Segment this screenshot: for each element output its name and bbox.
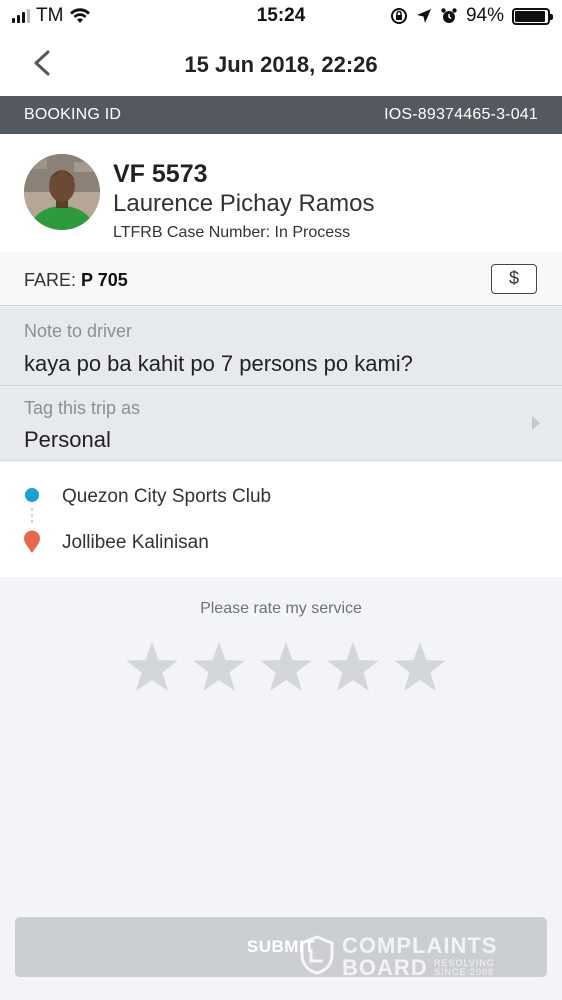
case-number: LTFRB Case Number: In Process bbox=[113, 224, 351, 241]
status-bar-right: 94% bbox=[390, 5, 553, 27]
dropoff-pin-icon bbox=[24, 530, 40, 553]
star-icon[interactable] bbox=[325, 640, 381, 696]
star-icon[interactable] bbox=[258, 640, 314, 696]
page-title: 15 Jun 2018, 22:26 bbox=[184, 52, 378, 77]
star-icon[interactable] bbox=[191, 640, 247, 696]
fare-text: FARE: P 705 bbox=[24, 270, 128, 291]
note-label: Note to driver bbox=[24, 321, 133, 341]
pickup-dot-icon bbox=[25, 488, 39, 502]
note-to-driver: Note to driver kaya po ba kahit po 7 per… bbox=[0, 307, 562, 386]
nav-bar: 15 Jun 2018, 22:26 bbox=[0, 32, 562, 96]
tag-label: Tag this trip as bbox=[24, 398, 141, 418]
booking-id-bar: BOOKING ID IOS-89374465-3-041 bbox=[0, 96, 562, 134]
fare-label: FARE: bbox=[24, 270, 77, 290]
submit-label: SUBMIT bbox=[246, 937, 316, 956]
booking-id-label: BOOKING ID bbox=[24, 106, 122, 123]
status-bar: TM 15:24 94% bbox=[0, 0, 562, 32]
star-icon[interactable] bbox=[124, 640, 180, 696]
orientation-lock-icon bbox=[390, 8, 407, 24]
dropoff-location: Jollibee Kalinisan bbox=[62, 532, 209, 553]
pickup-location: Quezon City Sports Club bbox=[62, 486, 272, 507]
rating-prompt: Please rate my service bbox=[200, 600, 362, 617]
fare-row: FARE: P 705 $ bbox=[0, 252, 562, 306]
route-line bbox=[31, 508, 33, 526]
tag-value: Personal bbox=[24, 427, 111, 452]
submit-button[interactable]: SUBMIT bbox=[15, 917, 547, 977]
location-icon bbox=[416, 9, 431, 23]
note-text: kaya po ba kahit po 7 persons po kami? bbox=[24, 351, 413, 376]
booking-id-value: IOS-89374465-3-041 bbox=[384, 106, 538, 123]
cash-payment-icon[interactable]: $ bbox=[491, 264, 537, 294]
battery-icon bbox=[512, 7, 553, 25]
driver-photo bbox=[24, 154, 100, 230]
route-card: Quezon City Sports Club Jollibee Kalinis… bbox=[0, 462, 562, 577]
battery-percent: 94% bbox=[465, 5, 504, 26]
star-icon[interactable] bbox=[392, 640, 448, 696]
chevron-right-icon bbox=[532, 416, 540, 430]
driver-card: VF 5573 Laurence Pichay Ramos LTFRB Case… bbox=[0, 134, 562, 252]
battery-fill bbox=[515, 10, 546, 22]
tag-trip-row[interactable]: Tag this trip as Personal bbox=[0, 387, 562, 461]
vehicle-plate: VF 5573 bbox=[113, 160, 208, 188]
driver-name: Laurence Pichay Ramos bbox=[113, 190, 375, 217]
fare-amount: P 705 bbox=[81, 270, 128, 290]
alarm-icon bbox=[441, 8, 457, 23]
avatar bbox=[24, 154, 100, 230]
star-rating bbox=[124, 640, 448, 696]
